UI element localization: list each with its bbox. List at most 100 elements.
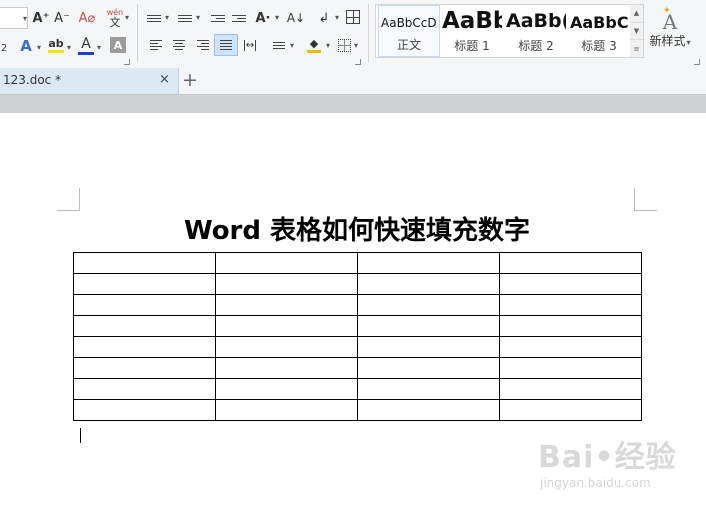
table-cell[interactable] — [499, 315, 642, 337]
table-row — [73, 294, 642, 316]
table-cell[interactable] — [215, 315, 358, 337]
text-caret — [80, 428, 81, 443]
table-cell[interactable] — [73, 357, 216, 379]
line-spacing-dropdown-icon[interactable]: ▾ — [290, 41, 294, 50]
table-cell[interactable] — [357, 315, 500, 337]
style-heading-1[interactable]: AaBb 标题 1 — [440, 5, 504, 57]
gallery-expand-icon[interactable]: ≡ — [630, 40, 643, 57]
style-heading-2[interactable]: AaBb( 标题 2 — [504, 5, 568, 57]
justify-button[interactable] — [214, 34, 238, 56]
table-cell[interactable] — [499, 336, 642, 358]
show-marks-button[interactable]: ↲ — [316, 8, 332, 28]
phonetic-dropdown-icon[interactable]: ▾ — [125, 13, 129, 22]
phonetic-guide-button[interactable]: wén 文 — [103, 6, 127, 30]
paragraph-group-launcher[interactable] — [355, 59, 361, 65]
style-heading-3[interactable]: AaBbC 标题 3 — [568, 5, 630, 57]
bullets-dropdown-icon[interactable]: ▾ — [165, 13, 169, 22]
highlight-dropdown-icon[interactable]: ▾ — [67, 43, 71, 52]
table-cell[interactable] — [215, 399, 358, 421]
text-effect-dropdown-icon[interactable]: ▾ — [37, 43, 41, 52]
phonetic-char-glyph: 文 — [109, 16, 121, 29]
font-color-dropdown-icon[interactable]: ▾ — [97, 43, 101, 52]
highlighter-icon: ab — [48, 37, 64, 50]
numbering-button[interactable] — [176, 9, 194, 27]
grow-font-button[interactable]: A⁺ — [32, 8, 50, 28]
sort-button[interactable]: A↓ — [287, 8, 305, 28]
table-cell[interactable] — [73, 399, 216, 421]
table-cell[interactable] — [357, 336, 500, 358]
font-size-box[interactable]: ▾ — [0, 7, 28, 29]
indent-icon — [232, 14, 246, 22]
table-cell[interactable] — [215, 336, 358, 358]
align-left-button[interactable] — [148, 37, 164, 53]
table-cell[interactable] — [357, 294, 500, 316]
table-cell[interactable] — [215, 273, 358, 295]
table-cell[interactable] — [499, 357, 642, 379]
font-group-launcher[interactable] — [124, 59, 130, 65]
table-cell[interactable] — [215, 252, 358, 274]
table-cell[interactable] — [73, 336, 216, 358]
table-cell[interactable] — [215, 357, 358, 379]
highlight-button[interactable]: ab — [46, 34, 66, 56]
gallery-scrollbar[interactable]: ▲ ▼ ≡ — [630, 4, 644, 58]
table-cell[interactable] — [499, 399, 642, 421]
table-cell[interactable] — [357, 273, 500, 295]
table-cell[interactable] — [357, 399, 500, 421]
text-effect-button[interactable]: A — [15, 36, 37, 56]
table-cell[interactable] — [499, 273, 642, 295]
document-title[interactable]: Word 表格如何快速填充数字 — [0, 214, 706, 248]
numbering-dropdown-icon[interactable]: ▾ — [196, 13, 200, 22]
table-cell[interactable] — [73, 273, 216, 295]
gallery-scroll-up-icon[interactable]: ▲ — [630, 5, 643, 23]
table-button[interactable] — [345, 8, 361, 26]
table-cell[interactable] — [73, 378, 216, 400]
show-marks-dropdown-icon[interactable]: ▾ — [335, 13, 339, 22]
change-case-dropdown-icon[interactable]: ▾ — [275, 13, 279, 22]
paragraph-mark-icon: ↲ — [318, 10, 330, 26]
close-icon[interactable]: × — [159, 72, 170, 87]
style-normal[interactable]: AaBbCcDd 正文 — [378, 5, 440, 57]
style-name: 正文 — [396, 38, 421, 52]
table-cell[interactable] — [215, 378, 358, 400]
table-cell[interactable] — [73, 294, 216, 316]
table-cell[interactable] — [357, 252, 500, 274]
styles-group-launcher[interactable] — [694, 59, 700, 65]
table-cell[interactable] — [357, 378, 500, 400]
char-shading-button[interactable]: A — [110, 37, 126, 53]
style-sample: AaBbC — [570, 13, 628, 32]
table-cell[interactable] — [73, 315, 216, 337]
divider — [137, 4, 138, 62]
align-center-button[interactable] — [171, 37, 187, 53]
distributed-button[interactable]: ↔ — [241, 37, 259, 53]
line-spacing-button[interactable] — [270, 37, 288, 53]
bullets-button[interactable] — [145, 9, 163, 27]
subscript-fragment[interactable]: 2 — [0, 38, 8, 58]
table-cell[interactable] — [499, 378, 642, 400]
table-cell[interactable] — [215, 294, 358, 316]
document-table[interactable] — [73, 252, 642, 421]
table-cell[interactable] — [499, 294, 642, 316]
table-row — [73, 378, 642, 400]
decrease-indent-button[interactable] — [209, 9, 227, 27]
change-case-button[interactable]: A· — [254, 8, 272, 28]
style-sample: AaBb( — [506, 10, 566, 32]
borders-button[interactable] — [336, 37, 352, 53]
shrink-font-button[interactable]: A⁻ — [53, 8, 71, 28]
shading-button[interactable]: ◆ — [305, 35, 323, 55]
gallery-scroll-down-icon[interactable]: ▼ — [630, 23, 643, 41]
increase-indent-button[interactable] — [230, 9, 248, 27]
align-right-button[interactable] — [195, 37, 211, 53]
new-tab-icon[interactable]: + — [182, 69, 198, 91]
clear-format-button[interactable]: A⌀ — [77, 8, 97, 28]
table-cell[interactable] — [357, 357, 500, 379]
document-tab[interactable]: 123.doc * × — [0, 68, 179, 94]
table-cell[interactable] — [499, 252, 642, 274]
table-cell[interactable] — [73, 252, 216, 274]
shading-dropdown-icon[interactable]: ▾ — [326, 41, 330, 50]
borders-dropdown-icon[interactable]: ▾ — [354, 41, 358, 50]
style-sample: AaBbCcDd — [381, 16, 437, 30]
border-grid-icon — [337, 38, 351, 52]
table-row — [73, 273, 642, 295]
ribbon: ▾ A⁺ A⁻ A⌀ wén 文 ▾ 2 A ▾ ab ▾ A ▾ A ▾ ▾ … — [0, 0, 706, 68]
font-color-button[interactable]: A — [77, 34, 95, 56]
